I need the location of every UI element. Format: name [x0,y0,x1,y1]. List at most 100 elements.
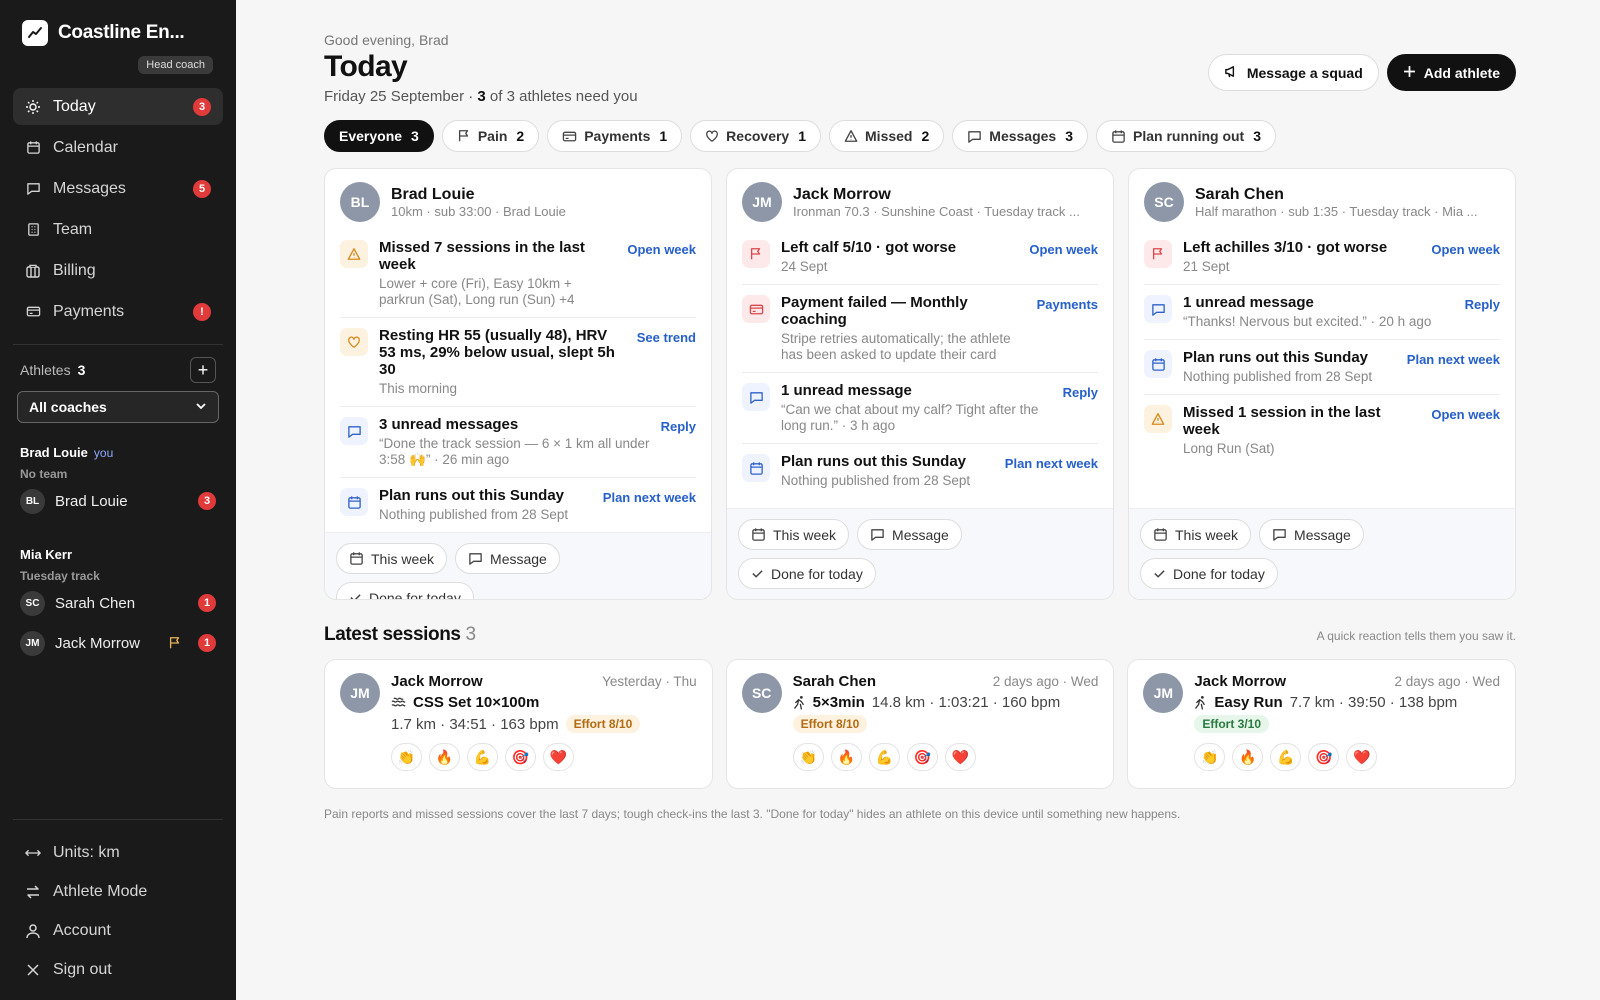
reaction-button[interactable]: 🔥 [830,743,862,771]
filter-chip-everyone[interactable]: Everyone 3 [324,120,434,152]
filter-chip-plan-running-out[interactable]: Plan running out 3 [1096,120,1277,152]
card-actions: This week Message Done for today [325,532,711,599]
alert-action-link[interactable]: Plan next week [1407,352,1500,367]
card-header[interactable]: JM Jack Morrow Ironman 70.3 · Sunshine Coa… [727,169,1113,230]
reaction-button[interactable]: ❤️ [944,743,976,771]
nav-item-team[interactable]: Team [13,211,223,248]
message-button[interactable]: Message [455,543,560,574]
alert-detail: This morning [379,381,458,396]
reaction-button[interactable]: 🎯 [1308,743,1340,771]
done-for-today-button[interactable]: Done for today [1140,558,1278,589]
reaction-button[interactable]: ❤️ [1346,743,1378,771]
done-for-today-button[interactable]: Done for today [738,558,876,589]
filter-chip-payments[interactable]: Payments 1 [547,120,683,152]
session-card[interactable]: JM Jack Morrow Yesterday · Thu CSS Set 10×1… [324,659,713,789]
flag-icon [168,636,182,650]
building-icon [25,222,41,238]
session-athlete: Jack Morrow [1194,673,1287,690]
alert-item: Left calf 5/10 · got worse 24 Sept Open we… [742,230,1098,285]
athlete-card: JM Jack Morrow Ironman 70.3 · Sunshine Coa… [726,168,1114,600]
bottom-nav-athlete-mode[interactable]: Athlete Mode [13,873,223,910]
session-athlete: Sarah Chen [792,673,877,690]
alert-detail: Nothing published from 28 Sept [1183,369,1373,384]
message-button[interactable]: Message [1259,519,1364,550]
latest-sessions-header: Latest sessions 3 A quick reaction tells… [324,624,1516,646]
sidebar-athlete-row[interactable]: BL Brad Louie 3 [13,481,223,521]
reaction-button[interactable]: 💪 [868,743,900,771]
nav-item-calendar[interactable]: Calendar [13,129,223,166]
reaction-button[interactable]: 👏 [391,743,422,771]
alert-detail: “Thanks! Nervous but excited.” · 20 h ag… [1183,314,1432,329]
alert-action-link[interactable]: Open week [627,242,696,257]
alert-action-link[interactable]: Plan next week [603,490,696,505]
heart-icon [340,328,368,356]
card-header[interactable]: SC Sarah Chen Half marathon · sub 1:35 · T… [1129,169,1515,230]
alert-action-link[interactable]: Reply [661,419,696,434]
reaction-button[interactable]: 👏 [792,743,824,771]
group-subtitle: Tuesday track [20,569,100,583]
switch-icon [25,884,41,900]
nav-item-billing[interactable]: Billing [13,252,223,289]
alert-action-link[interactable]: Plan next week [1005,456,1098,471]
alert-action-link[interactable]: Open week [1431,407,1500,422]
athletes-header: Athletes 3 + [13,357,223,383]
reaction-button[interactable]: 🎯 [505,743,536,771]
alert-action-link[interactable]: Reply [1465,297,1500,312]
warning-icon [340,240,368,268]
add-athlete-plus-button[interactable]: + [190,357,216,383]
athlete-badge: 3 [198,492,216,510]
message-squad-button[interactable]: Message a squad [1207,54,1379,91]
reaction-button[interactable]: 💪 [467,743,498,771]
nav-item-label: Billing [53,261,96,279]
done-for-today-button[interactable]: Done for today [336,582,474,599]
reaction-button[interactable]: ❤️ [543,743,574,771]
nav-item-today[interactable]: Today 3 [13,88,223,125]
session-stats: 7.7 km · 39:50 · 138 bpm [1289,694,1458,711]
reaction-button[interactable]: 💪 [1270,743,1302,771]
reaction-button[interactable]: 🔥 [429,743,460,771]
filter-count: 1 [659,128,668,144]
alert-action-link[interactable]: Open week [1431,242,1500,257]
coach-filter-select[interactable]: All coaches [17,391,219,423]
message-button[interactable]: Message [857,519,962,550]
this-week-button[interactable]: This week [336,543,448,574]
alert-item: Left achilles 3/10 · got worse 21 Sept Ope… [1144,230,1500,285]
message-icon [468,551,483,566]
filter-chip-pain[interactable]: Pain 2 [441,120,540,152]
reaction-button[interactable]: 👏 [1194,743,1226,771]
brand[interactable]: Coastline En... [13,18,223,48]
bottom-nav-units-km[interactable]: Units: km [13,834,223,871]
add-athlete-button[interactable]: Add athlete [1386,54,1516,91]
bottom-nav-sign-out[interactable]: Sign out [13,951,223,988]
reaction-bar: 👏 🔥 💪 🎯 ❤️ [792,743,1099,771]
filter-chip-recovery[interactable]: Recovery 1 [690,120,822,152]
filter-chip-missed[interactable]: Missed 2 [829,120,945,152]
this-week-button[interactable]: This week [738,519,850,550]
nav-item-messages[interactable]: Messages 5 [13,170,223,207]
session-time: 2 days ago · Wed [992,674,1099,689]
sidebar-athlete-row[interactable]: JM Jack Morrow 1 [13,623,223,663]
session-card[interactable]: JM Jack Morrow 2 days ago · Wed Easy Run 7.7… [1127,659,1517,789]
close-icon [25,962,41,978]
this-week-button[interactable]: This week [1140,519,1252,550]
sidebar-athlete-row[interactable]: SC Sarah Chen 1 [13,583,223,623]
filter-chip-messages[interactable]: Messages 3 [952,120,1089,152]
reaction-button[interactable]: 🎯 [906,743,938,771]
bottom-nav-label: Sign out [53,960,112,978]
alert-action-link[interactable]: Payments [1037,297,1098,312]
alert-detail: Nothing published from 28 Sept [781,473,971,488]
athletes-label: Athletes [20,362,71,378]
alert-action-link[interactable]: Reply [1063,385,1098,400]
alert-detail: “Done the track session — 6 × 1 km all u… [379,436,650,467]
session-card[interactable]: SC Sarah Chen 2 days ago · Wed 5×3min 14.8 k… [725,659,1115,789]
brand-name: Coastline En... [58,22,185,43]
alert-title: 1 unread message [1183,294,1314,311]
reaction-button[interactable]: 🔥 [1232,743,1264,771]
nav-item-payments[interactable]: Payments! [13,293,223,330]
effort-badge: Effort 8/10 [565,715,641,733]
card-header[interactable]: BL Brad Louie 10km · sub 33:00 · Brad Loui… [325,169,711,230]
bottom-nav-account[interactable]: Account [13,912,223,949]
alert-action-link[interactable]: See trend [637,330,696,345]
alert-action-link[interactable]: Open week [1029,242,1098,257]
alert-title: Left achilles 3/10 · got worse [1183,239,1388,256]
